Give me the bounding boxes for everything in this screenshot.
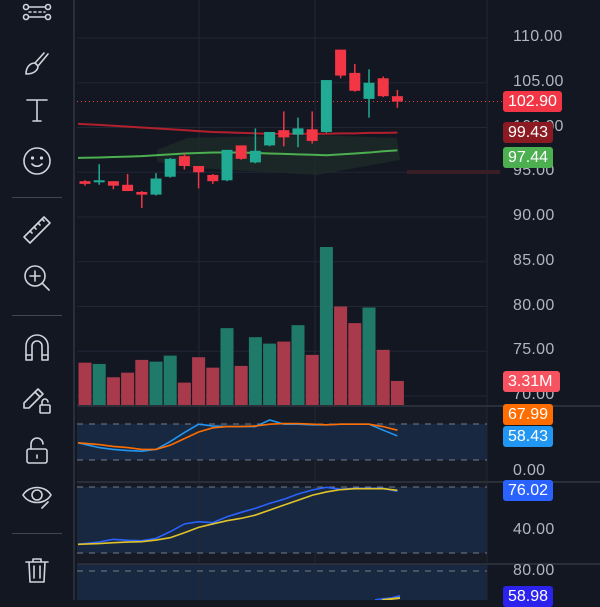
candle-body <box>264 131 276 146</box>
osc2-blue-tag: 76.02 <box>503 480 554 501</box>
volume-bar <box>362 307 376 405</box>
zoom-in-tool[interactable] <box>17 260 57 300</box>
ma-fast-tag: 97.44 <box>503 147 554 168</box>
volume-bar <box>263 343 277 405</box>
volume-bar <box>291 325 305 405</box>
volume-bar <box>192 357 206 405</box>
magnet-tool[interactable] <box>17 330 57 370</box>
candle-body <box>122 184 134 192</box>
volume-bar <box>106 377 120 405</box>
price-axis-label: 80.00 <box>513 296 555 314</box>
chart-area[interactable]: 110.00105.00100.0095.0090.0085.0080.0075… <box>77 0 600 607</box>
volume-bar <box>163 355 177 405</box>
candle-body <box>235 145 247 159</box>
volume-bar <box>305 354 319 405</box>
candle-body <box>363 82 375 99</box>
volume-bar <box>348 323 362 405</box>
brush-tool[interactable] <box>17 45 57 85</box>
osc3-tag: 58.98 <box>503 586 554 607</box>
candle-body <box>320 80 332 132</box>
remove-drawings-tool[interactable] <box>17 552 57 592</box>
candle-body <box>150 178 162 195</box>
unlock-icon <box>20 433 54 472</box>
volume-bar <box>376 349 390 405</box>
volume-bar <box>334 306 348 405</box>
osc1-axis-label: 0.00 <box>513 462 546 479</box>
candle-body <box>93 180 105 183</box>
magnet-icon <box>20 331 54 370</box>
volume-bar <box>92 363 106 405</box>
volume-bar <box>319 247 333 405</box>
price-axis-label: 90.00 <box>513 207 555 224</box>
volume-bar <box>277 341 291 405</box>
candle-body <box>292 128 304 135</box>
ma-slow-tag: 99.43 <box>503 122 554 143</box>
candle-body <box>391 96 403 102</box>
candle-body <box>306 129 318 141</box>
volume-bar <box>248 337 262 405</box>
volume-bar <box>390 380 404 405</box>
candle-body <box>249 150 261 163</box>
candle-body <box>107 181 119 186</box>
candle-body <box>136 191 148 195</box>
candle-body <box>178 156 190 166</box>
ruler-icon <box>20 213 54 252</box>
candle-body <box>164 158 176 177</box>
candle-body <box>207 174 219 182</box>
candle-body <box>221 149 233 181</box>
price-axis-label: 110.00 <box>513 28 563 45</box>
osc2-band <box>77 487 487 553</box>
candle-body <box>377 78 389 97</box>
trash-icon <box>20 553 54 592</box>
volume-bar <box>177 382 191 405</box>
text-icon <box>20 93 54 132</box>
candle-body <box>335 49 347 76</box>
candle-body <box>349 72 361 91</box>
trend-line-tool[interactable] <box>17 0 57 32</box>
hide-drawings-tool[interactable] <box>17 477 57 517</box>
osc2-axis-label: 40.00 <box>513 521 555 538</box>
toolbar-separator <box>12 533 62 534</box>
pencil-lock-icon <box>20 381 54 420</box>
volume-bar <box>220 328 234 405</box>
volume-bar <box>135 359 149 405</box>
lock-all-tool[interactable] <box>17 432 57 472</box>
osc1-orange-tag: 67.99 <box>503 404 554 425</box>
emoji-tool[interactable] <box>17 143 57 183</box>
ma-slow-line <box>77 122 398 135</box>
volume-bar <box>149 361 163 405</box>
volume-bar <box>78 362 92 405</box>
price-axis-label: 105.00 <box>513 72 564 90</box>
measure-tool[interactable] <box>17 212 57 252</box>
drawing-toolbar <box>0 0 75 600</box>
volume-bar <box>206 367 220 405</box>
toolbar-separator <box>12 197 62 198</box>
brush-icon <box>20 46 54 85</box>
osc1-band <box>77 424 487 460</box>
osc1-blue-tag: 58.43 <box>503 426 554 447</box>
candle-body <box>193 165 205 173</box>
lock-drawings-tool[interactable] <box>17 380 57 420</box>
volume-tag: 3.31M <box>503 371 561 392</box>
candle-body <box>79 181 91 184</box>
text-tool[interactable] <box>17 92 57 132</box>
osc3-band <box>77 565 487 600</box>
eye-icon <box>20 478 54 517</box>
toolbar-separator <box>12 315 62 316</box>
smiley-icon <box>20 144 54 183</box>
osc3-axis-label: 80.00 <box>513 562 555 579</box>
last-price-tag: 102.90 <box>503 91 562 112</box>
price-axis-label: 85.00 <box>513 251 555 269</box>
candle-body <box>278 130 290 138</box>
price-axis-label: 75.00 <box>513 341 555 359</box>
node-lines-icon <box>20 0 54 32</box>
zoom-in-icon <box>20 261 54 300</box>
volume-bar <box>234 365 248 405</box>
volume-bar <box>121 372 135 405</box>
